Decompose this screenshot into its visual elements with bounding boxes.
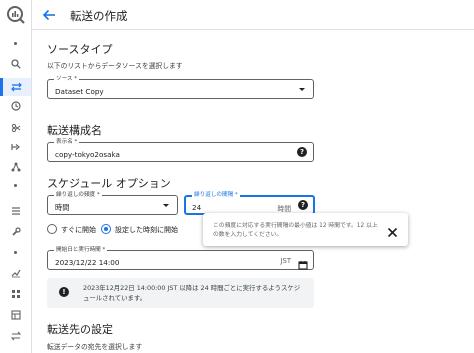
graph-icon[interactable] <box>8 160 24 174</box>
help-icon[interactable]: ? <box>298 200 308 210</box>
start-datetime-label: 開始日と実行時間 * <box>54 246 108 254</box>
dropdown-arrow-icon <box>163 204 169 207</box>
arrow-left-icon[interactable] <box>41 7 57 23</box>
repeat-interval-unit: 時間 <box>277 205 291 213</box>
schedule-options-heading: スケジュール オプション <box>47 177 171 190</box>
repeat-interval-value: 24 <box>192 203 202 212</box>
page-title: 転送の作成 <box>70 9 128 23</box>
table-icon[interactable] <box>8 308 24 322</box>
help-icon[interactable]: ? <box>297 147 307 157</box>
dropdown-arrow-icon <box>299 88 305 91</box>
start-datetime-field[interactable]: 開始日と実行時間 * 2023/12/22 14:00 JST <box>47 246 314 270</box>
display-name-value: copy-tokyo2osaka <box>55 150 120 159</box>
wrench-icon[interactable] <box>8 225 24 239</box>
radio-start-at-set-time[interactable] <box>101 224 111 234</box>
swap-icon[interactable] <box>8 329 24 343</box>
analytics-hub-icon[interactable] <box>8 121 24 135</box>
repeat-frequency-select[interactable]: 繰り返しの頻度 * 時間 <box>47 191 178 215</box>
destination-description: 転送データの宛先を選択します <box>47 343 143 351</box>
display-name-label: 表示名 * <box>54 138 80 146</box>
start-timezone: JST <box>280 257 291 265</box>
info-icon: ! <box>59 287 69 297</box>
interval-validation-tooltip: この頻度に対応する実行間隔の最小値は 12 時間です。12 以上の数を入力してく… <box>203 213 408 246</box>
repeat-frequency-label: 繰り返しの頻度 * <box>54 191 102 199</box>
repeat-frequency-value: 時間 <box>55 203 70 212</box>
list-icon[interactable] <box>8 204 24 218</box>
source-select-value: Dataset Copy <box>55 87 104 96</box>
repeat-interval-label: 繰り返しの間隔 * <box>192 191 240 199</box>
tooltip-text: この頻度に対応する実行間隔の最小値は 12 時間です。12 以上の数を入力してく… <box>213 223 378 238</box>
source-select-label: ソース * <box>54 75 80 83</box>
transfers-icon[interactable] <box>8 80 24 94</box>
active-nav-indicator <box>0 78 3 96</box>
transfer-config-heading: 転送構成名 <box>47 124 102 137</box>
dataflow-icon[interactable] <box>8 140 24 154</box>
divider-dot <box>14 251 17 254</box>
source-select[interactable]: ソース * Dataset Copy <box>47 75 314 99</box>
page-header: 転送の作成 <box>32 0 474 30</box>
display-name-field[interactable]: 表示名 * copy-tokyo2osaka ? <box>47 138 314 162</box>
grid-icon[interactable] <box>8 287 24 301</box>
chart-icon[interactable] <box>8 266 24 280</box>
calendar-icon[interactable] <box>298 255 308 270</box>
radio-start-now[interactable] <box>47 224 57 234</box>
schedule-info-box: ! 2023年12月22日 14:00:00 JST 以降は 24 時間ごとに実… <box>47 278 314 308</box>
source-type-heading: ソースタイプ <box>47 43 113 56</box>
divider-dot <box>14 42 17 45</box>
radio-start-now-label: すぐに開始 <box>61 226 96 234</box>
left-nav-rail <box>0 0 32 353</box>
bigquery-logo-icon[interactable] <box>6 5 26 25</box>
search-icon[interactable] <box>8 57 24 71</box>
close-icon[interactable] <box>387 223 398 238</box>
repeat-interval-input[interactable]: 繰り返しの間隔 * 24 時間 ? <box>184 191 315 215</box>
radio-start-at-set-time-label: 設定した時刻に開始 <box>115 226 178 234</box>
source-type-description: 以下のリストからデータソースを選択します <box>47 62 183 70</box>
start-datetime-value: 2023/12/22 14:00 <box>55 258 120 267</box>
divider-dot <box>14 184 17 187</box>
schedule-info-text: 2023年12月22日 14:00:00 JST 以降は 24 時間ごとに実行す… <box>83 284 301 302</box>
scheduled-queries-icon[interactable] <box>8 99 24 113</box>
destination-heading: 転送先の設定 <box>47 323 113 336</box>
